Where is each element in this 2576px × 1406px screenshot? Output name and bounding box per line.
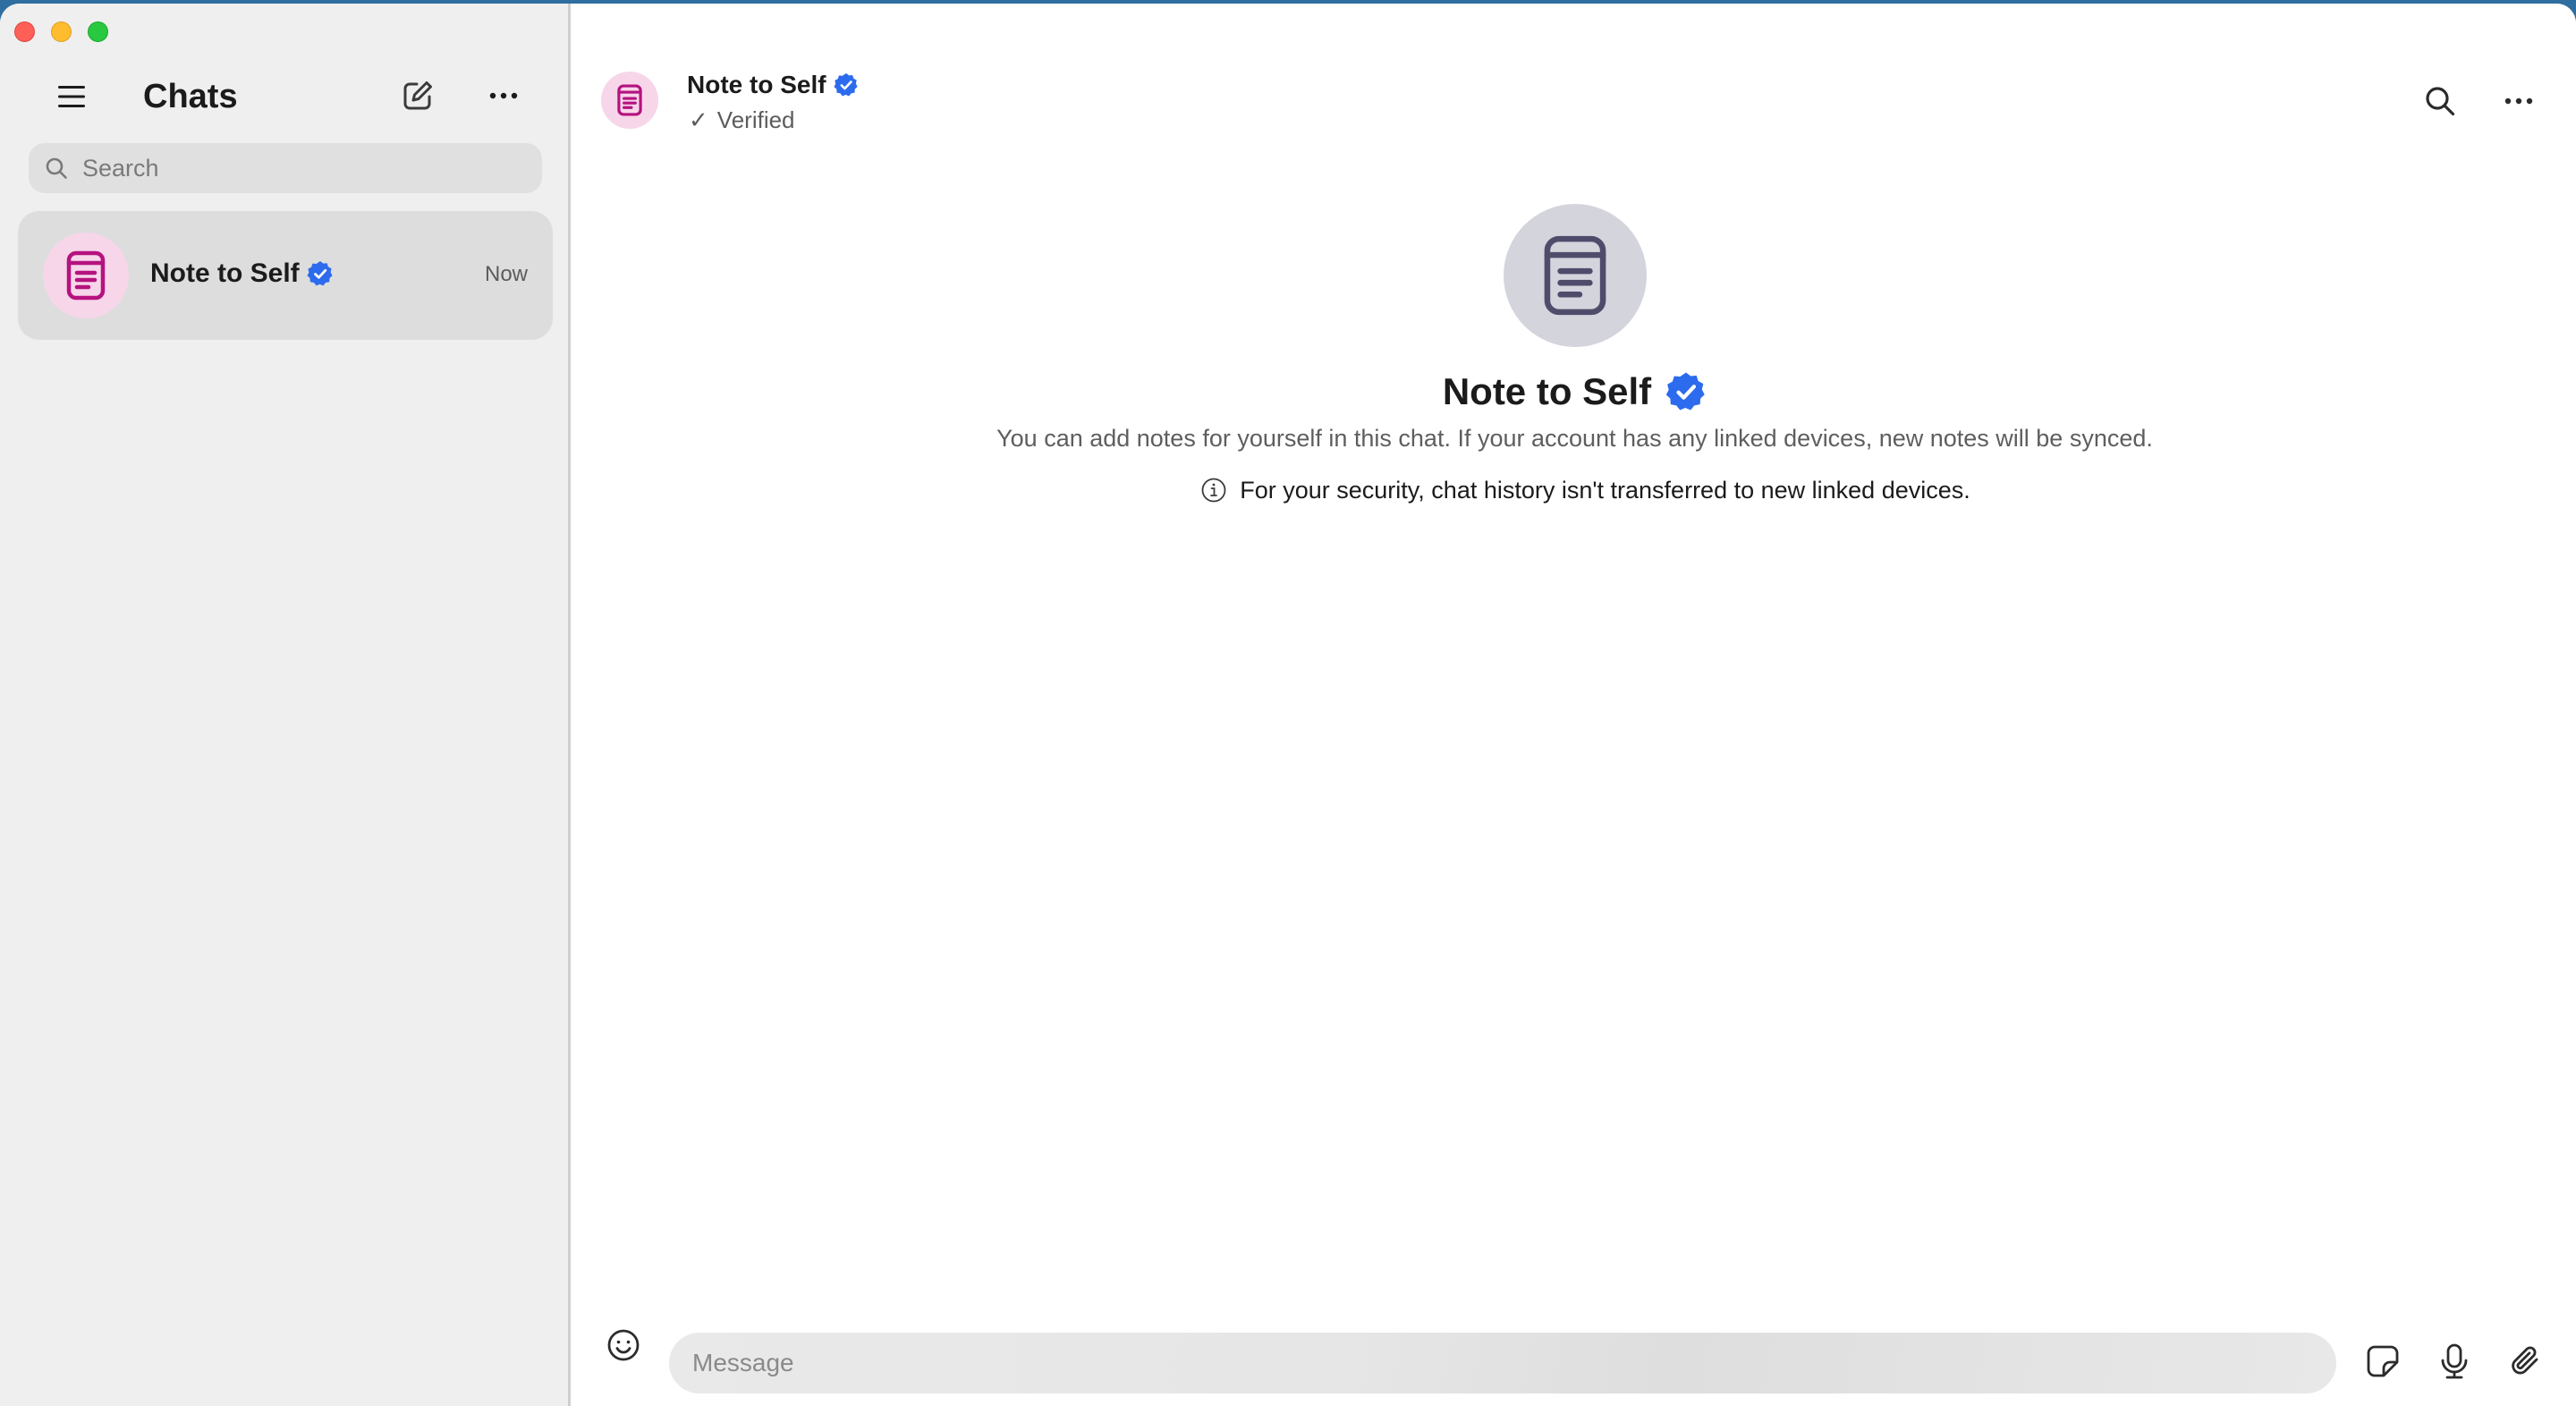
- sidebar-header: Chats: [0, 68, 571, 125]
- hero-description: You can add notes for yourself in this c…: [996, 425, 2153, 452]
- emoji-button[interactable]: [602, 1324, 645, 1367]
- window-controls: [14, 21, 108, 42]
- verified-badge-icon: [307, 261, 333, 286]
- message-field[interactable]: [669, 1333, 2336, 1393]
- note-icon: [66, 250, 106, 301]
- security-note: For your security, chat history isn't tr…: [573, 474, 2576, 506]
- chat-timestamp: Now: [484, 262, 528, 286]
- verified-badge-icon: [1665, 372, 1705, 411]
- conversation-title-text: Note to Self: [687, 71, 826, 98]
- info-icon: [1201, 478, 1226, 503]
- paperclip-icon: [2512, 1346, 2538, 1375]
- search-input[interactable]: [82, 154, 512, 182]
- sticker-button[interactable]: [2360, 1338, 2406, 1385]
- close-window-button[interactable]: [14, 21, 35, 42]
- emoji-icon: [607, 1329, 640, 1361]
- conversation-search-button[interactable]: [2418, 79, 2462, 123]
- avatar: [43, 233, 129, 318]
- chat-list-item[interactable]: Note to Self Now: [18, 211, 553, 340]
- attach-button[interactable]: [2503, 1338, 2549, 1385]
- conversation-title[interactable]: Note to Self: [687, 70, 859, 100]
- chat-name-text: Note to Self: [150, 258, 300, 288]
- more-horizontal-icon: [2504, 97, 2533, 105]
- hero-avatar: [1503, 204, 1647, 347]
- checkmark-icon: ✓: [689, 106, 708, 133]
- hero-title: Note to Self: [573, 367, 2576, 417]
- hero-title-text: Note to Self: [1442, 370, 1652, 412]
- security-note-text: For your security, chat history isn't tr…: [1240, 477, 1970, 504]
- microphone-icon: [2441, 1343, 2468, 1379]
- verification-status: ✓ Verified: [689, 106, 795, 134]
- sidebar: Chats Search Note to Self Now: [0, 4, 571, 1406]
- sticker-icon: [2367, 1345, 2399, 1377]
- maximize-window-button[interactable]: [88, 21, 108, 42]
- message-composer: [573, 1308, 2576, 1406]
- conversation-header: Note to Self ✓ Verified: [573, 4, 2576, 138]
- header-avatar[interactable]: [601, 72, 658, 129]
- verified-badge-icon: [834, 72, 858, 97]
- note-icon: [617, 84, 642, 116]
- compose-button[interactable]: [395, 73, 440, 118]
- sidebar-more-button[interactable]: [481, 73, 526, 118]
- more-horizontal-icon: [489, 92, 518, 99]
- message-input[interactable]: [692, 1349, 2302, 1377]
- chat-name: Note to Self: [150, 258, 334, 290]
- voice-message-button[interactable]: [2431, 1338, 2478, 1385]
- conversation-pane: Note to Self ✓ Verified Note to Self You…: [573, 4, 2576, 1406]
- conversation-more-button[interactable]: [2496, 79, 2541, 123]
- minimize-window-button[interactable]: [51, 21, 72, 42]
- compose-icon: [403, 81, 432, 110]
- search-icon: [43, 155, 70, 182]
- conversation-hero: Note to Self You can add notes for yours…: [573, 204, 2576, 506]
- search-icon: [2426, 87, 2455, 116]
- verification-status-text: Verified: [716, 106, 795, 133]
- search-field[interactable]: [29, 143, 542, 193]
- hamburger-icon: [58, 86, 85, 107]
- app-window: Chats Search Note to Self Now Note to Se…: [0, 4, 2576, 1406]
- menu-button[interactable]: [50, 75, 93, 118]
- sidebar-title: Chats: [143, 78, 238, 115]
- note-icon: [1544, 235, 1606, 316]
